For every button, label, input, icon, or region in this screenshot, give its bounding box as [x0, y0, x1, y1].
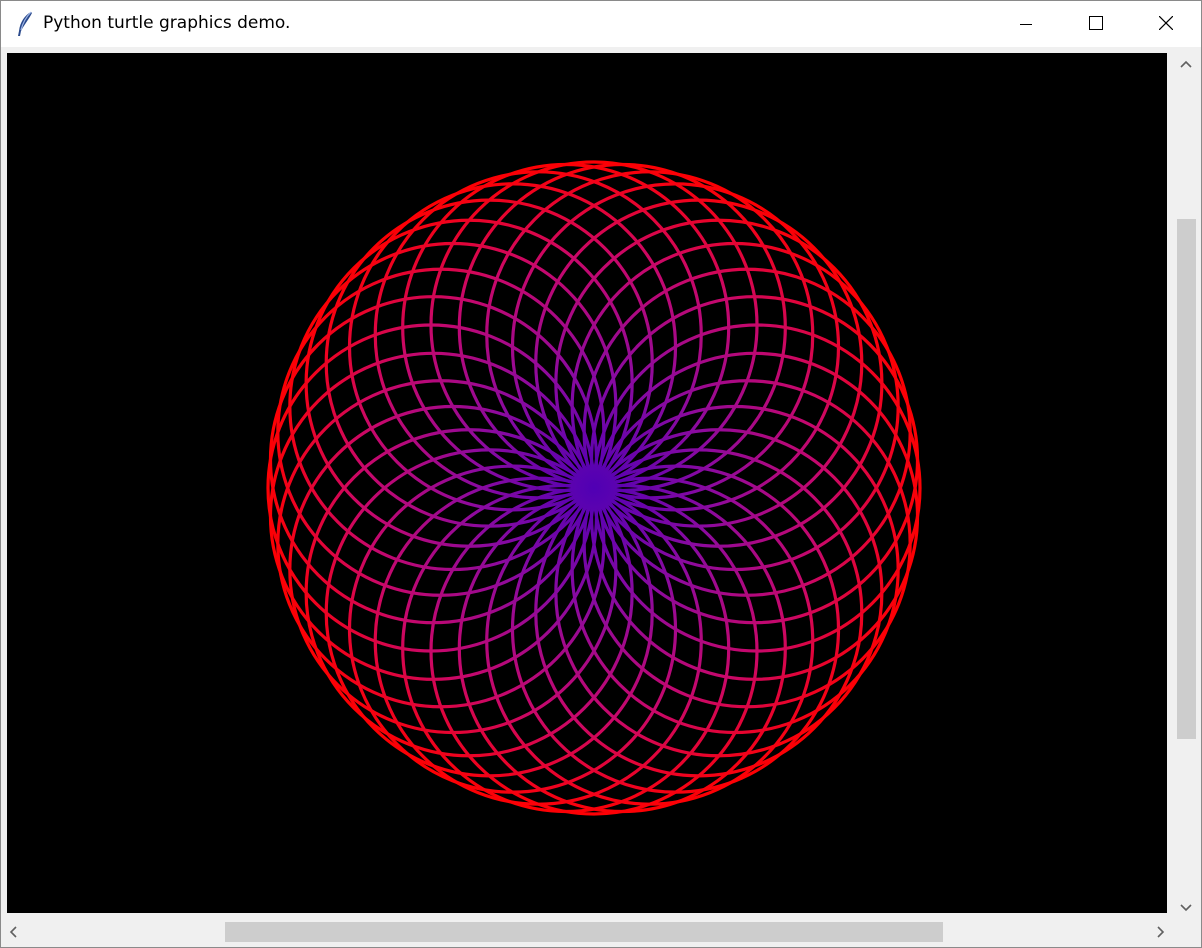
horizontal-scroll-thumb[interactable]	[225, 922, 943, 942]
chevron-right-icon	[1157, 923, 1165, 942]
vertical-scroll-thumb[interactable]	[1177, 219, 1196, 739]
title-bar[interactable]: Python turtle graphics demo.	[1, 1, 1201, 47]
maximize-icon	[1089, 15, 1103, 34]
scroll-left-button[interactable]	[1, 919, 25, 945]
rosette-circles	[266, 160, 922, 816]
app-window: Python turtle graphics demo.	[0, 0, 1202, 948]
chevron-down-icon	[1180, 897, 1192, 916]
scroll-down-button[interactable]	[1174, 895, 1198, 917]
spirograph-drawing	[266, 160, 922, 816]
turtle-canvas[interactable]	[7, 53, 1167, 913]
close-icon	[1158, 15, 1174, 34]
feather-icon	[15, 11, 35, 37]
minimize-icon	[1020, 15, 1032, 34]
chevron-up-icon	[1180, 53, 1192, 72]
close-button[interactable]	[1131, 1, 1201, 47]
scroll-up-button[interactable]	[1174, 51, 1198, 73]
window-title: Python turtle graphics demo.	[43, 13, 291, 33]
vertical-scrollbar[interactable]	[1174, 51, 1198, 917]
horizontal-scrollbar[interactable]	[1, 919, 1173, 945]
maximize-button[interactable]	[1061, 1, 1131, 47]
minimize-button[interactable]	[991, 1, 1061, 47]
chevron-left-icon	[9, 923, 17, 942]
scroll-right-button[interactable]	[1149, 919, 1173, 945]
